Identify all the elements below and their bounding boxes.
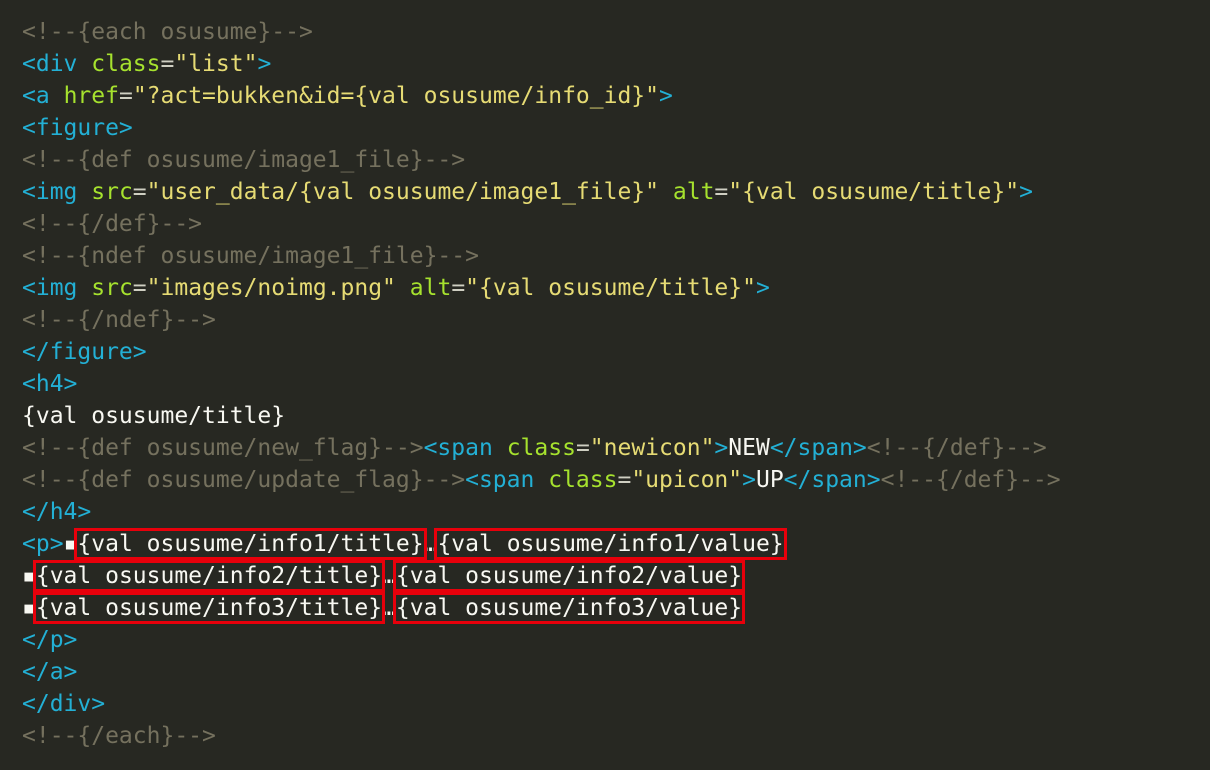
attribute-name: class	[506, 435, 576, 461]
highlighted-info-value: {val osusume/info1/value}	[434, 528, 787, 560]
template-text: {val osusume/title}	[22, 403, 286, 429]
code-line-17: <p>▪{val osusume/info1/title}…{val osusu…	[22, 528, 1210, 560]
code-line-19: ▪{val osusume/info3/title}…{val osusume/…	[22, 592, 1210, 624]
code-line-8: <!--{ndef osusume/image1_file}-->	[22, 240, 1210, 272]
attribute-name: alt	[672, 179, 715, 205]
tag-open: <div	[22, 51, 78, 77]
code-line-13: {val osusume/title}	[22, 400, 1210, 432]
attribute-value: "{val osusume/title}"	[465, 275, 756, 301]
tag-open: <img	[22, 179, 78, 205]
tag: </figure>	[22, 339, 147, 365]
template-text: UP	[755, 467, 784, 493]
attribute-value: "newicon"	[589, 435, 715, 461]
code-line-16: </h4>	[22, 496, 1210, 528]
code-line-3: <a href="?act=bukken&id={val osusume/inf…	[22, 80, 1210, 112]
code-line-18: ▪{val osusume/info2/title}…{val osusume/…	[22, 560, 1210, 592]
tag: <p>	[22, 531, 64, 557]
equals-sign: =	[160, 51, 175, 77]
attribute-value: "images/noimg.png"	[146, 275, 396, 301]
attribute-value: "list"	[174, 51, 258, 77]
code-line-1: <!--{each osusume}-->	[22, 16, 1210, 48]
code-line-20: </p>	[22, 624, 1210, 656]
code-line-6: <img src="user_data/{val osusume/image1_…	[22, 176, 1210, 208]
tag: </h4>	[22, 499, 92, 525]
code-line-7: <!--{/def}-->	[22, 208, 1210, 240]
separator: …	[382, 563, 396, 589]
tag-close: >	[1019, 179, 1033, 205]
tag-close: >	[257, 51, 272, 77]
tag-close: >	[714, 435, 729, 461]
separator: …	[423, 531, 438, 557]
attribute-name: class	[548, 467, 618, 493]
template-text: NEW	[728, 435, 770, 461]
template-comment: <!--{def osusume/new_flag}-->	[22, 435, 424, 461]
equals-sign: =	[575, 435, 590, 461]
highlighted-info-title: {val osusume/info3/title}	[32, 592, 386, 624]
highlighted-info-title: {val osusume/info1/title}	[74, 528, 427, 560]
tag: </p>	[22, 627, 78, 653]
template-comment: <!--{ndef osusume/image1_file}-->	[22, 243, 479, 269]
tag-end: </span>	[783, 467, 881, 493]
code-line-22: </div>	[22, 688, 1210, 720]
template-comment: <!--{/def}-->	[22, 211, 203, 237]
tag: <h4>	[22, 371, 78, 397]
tag-open: <span	[423, 435, 493, 461]
attribute-value: "upicon"	[631, 467, 743, 493]
highlighted-info-title: {val osusume/info2/title}	[32, 560, 386, 592]
highlighted-info-value: {val osusume/info2/value}	[392, 560, 746, 592]
highlighted-info-value: {val osusume/info3/value}	[392, 592, 746, 624]
equals-sign: =	[451, 275, 466, 301]
equals-sign: =	[132, 179, 147, 205]
tag-open: <img	[22, 275, 78, 301]
equals-sign: =	[714, 179, 729, 205]
attribute-value: "{val osusume/title}"	[728, 179, 1020, 205]
code-line-10: <!--{/ndef}-->	[22, 304, 1210, 336]
template-comment: <!--{/def}-->	[880, 467, 1061, 493]
attribute-name: alt	[409, 275, 452, 301]
template-comment: <!--{/each}-->	[22, 723, 216, 749]
code-line-15: <!--{def osusume/update_flag}--><span cl…	[22, 464, 1210, 496]
template-comment: <!--{each osusume}-->	[22, 19, 313, 45]
template-comment: <!--{/ndef}-->	[22, 307, 216, 333]
equals-sign: =	[118, 83, 133, 109]
code-line-2: <div class="list">	[22, 48, 1210, 80]
code-line-14: <!--{def osusume/new_flag}--><span class…	[22, 432, 1210, 464]
tag-open: <span	[465, 467, 535, 493]
attribute-name: class	[91, 51, 161, 77]
tag-close: >	[742, 467, 756, 493]
attribute-name: src	[91, 179, 133, 205]
tag: </div>	[22, 691, 106, 717]
code-line-11: </figure>	[22, 336, 1210, 368]
tag-end: </span>	[769, 435, 867, 461]
code-line-5: <!--{def osusume/image1_file}-->	[22, 144, 1210, 176]
template-comment: <!--{def osusume/update_flag}-->	[22, 467, 466, 493]
code-line-23: <!--{/each}-->	[22, 720, 1210, 752]
code-line-12: <h4>	[22, 368, 1210, 400]
template-comment: <!--{/def}-->	[866, 435, 1047, 461]
bullet-glyph: ▪	[63, 531, 78, 557]
tag: </a>	[22, 659, 78, 685]
attribute-name: href	[63, 83, 119, 109]
code-line-21: </a>	[22, 656, 1210, 688]
tag-close: >	[755, 275, 770, 301]
separator: …	[382, 595, 396, 621]
tag: <figure>	[22, 115, 133, 141]
bullet-glyph: ▪	[22, 563, 36, 589]
template-comment: <!--{def osusume/image1_file}-->	[22, 147, 466, 173]
tag-open: <a	[22, 83, 50, 109]
tag-close: >	[659, 83, 673, 109]
equals-sign: =	[617, 467, 632, 493]
bullet-glyph: ▪	[22, 595, 36, 621]
code-line-4: <figure>	[22, 112, 1210, 144]
equals-sign: =	[132, 275, 147, 301]
attribute-value: "user_data/{val osusume/image1_file}"	[146, 179, 660, 205]
code-editor[interactable]: <!--{each osusume}--> <div class="list">…	[0, 0, 1210, 770]
code-line-9: <img src="images/noimg.png" alt="{val os…	[22, 272, 1210, 304]
attribute-value: "?act=bukken&id={val osusume/info_id}"	[132, 83, 660, 109]
attribute-name: src	[91, 275, 133, 301]
